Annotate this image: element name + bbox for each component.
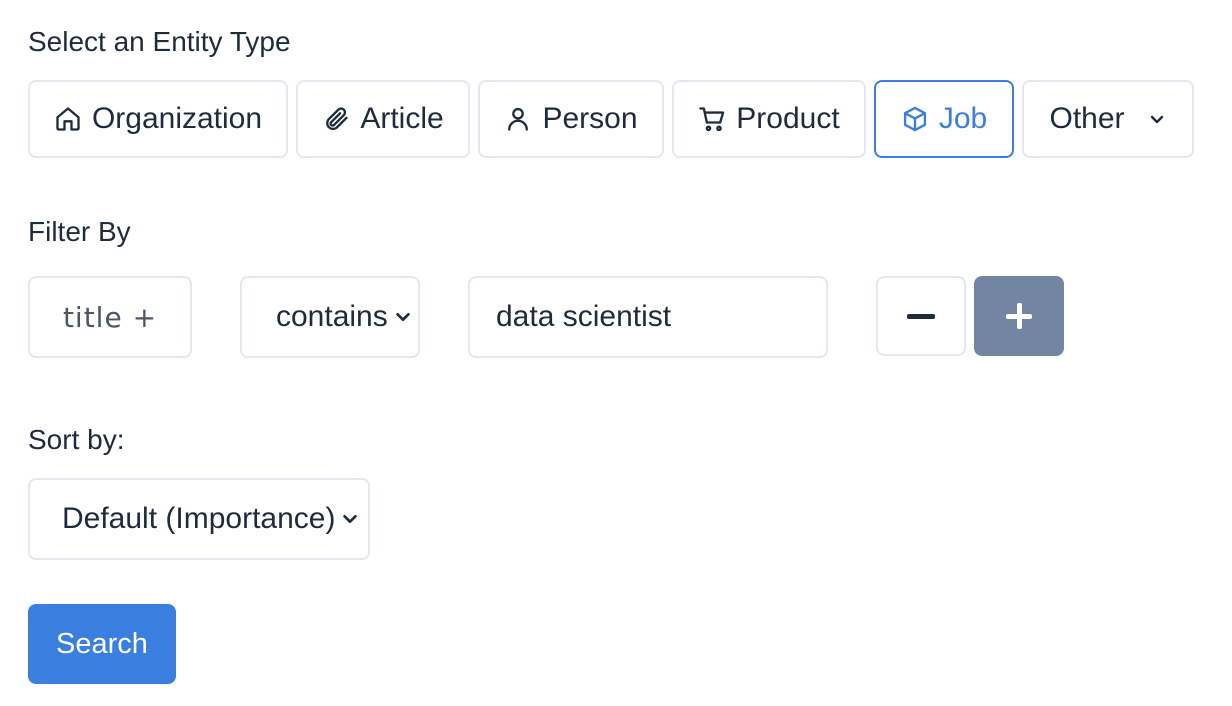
sort-by-label: Sort by: [28, 424, 125, 455]
entity-option-job[interactable]: Job [874, 80, 1014, 158]
sort-select[interactable]: Default (Importance) [28, 478, 370, 560]
entity-option-article[interactable]: Article [296, 80, 470, 158]
chevron-down-icon [394, 308, 412, 326]
home-icon [54, 105, 82, 133]
entity-option-product[interactable]: Product [672, 80, 866, 158]
user-icon [504, 105, 532, 133]
filter-operator-select[interactable]: contains [240, 276, 420, 358]
chevron-down-icon [1147, 109, 1167, 129]
filter-by-label: Filter By [28, 216, 131, 247]
entity-option-label: Person [542, 102, 638, 135]
filter-field-selector[interactable]: title + [28, 276, 192, 358]
add-filter-button[interactable] [974, 276, 1064, 356]
entity-option-person[interactable]: Person [478, 80, 664, 158]
entity-option-label: Job [938, 102, 988, 135]
filter-field-label: title + [62, 300, 158, 334]
filter-value-text: data scientist [496, 300, 672, 333]
entity-option-label: Product [736, 102, 840, 135]
chevron-down-icon [341, 510, 359, 528]
paperclip-icon [322, 105, 350, 133]
search-button-label: Search [56, 627, 148, 660]
entity-option-other-dropdown[interactable]: Other [1022, 80, 1194, 158]
entity-option-label: Organization [91, 102, 263, 135]
filter-value-input[interactable]: data scientist [468, 276, 828, 358]
entity-option-label: Other [1049, 102, 1125, 135]
filter-operator-value: contains [276, 300, 388, 333]
cart-icon [698, 105, 726, 133]
remove-filter-button[interactable] [876, 276, 966, 356]
box-icon [901, 105, 929, 133]
sort-selected-value: Default (Importance) [62, 502, 336, 535]
entity-option-label: Article [360, 102, 444, 135]
plus-icon [1006, 303, 1032, 329]
entity-type-label: Select an Entity Type [28, 26, 291, 57]
search-button[interactable]: Search [28, 604, 176, 684]
entity-option-organization[interactable]: Organization [28, 80, 288, 158]
minus-icon [907, 313, 935, 319]
